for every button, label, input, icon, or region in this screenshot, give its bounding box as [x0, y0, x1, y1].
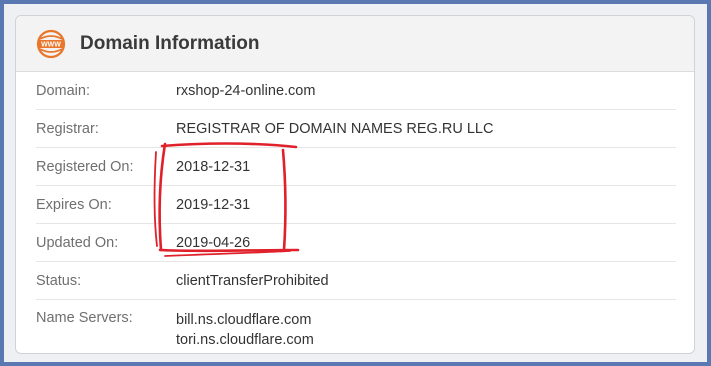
- row-value: 2018-12-31: [176, 158, 251, 175]
- name-server-list: bill.ns.cloudflare.com tori.ns.cloudflar…: [176, 310, 314, 350]
- row-label: Status:: [36, 272, 82, 289]
- row-label: Expires On:: [36, 196, 112, 213]
- row-value: REGISTRAR OF DOMAIN NAMES REG.RU LLC: [176, 120, 494, 137]
- row-label: Updated On:: [36, 234, 119, 251]
- row-label: Registered On:: [36, 158, 134, 175]
- name-server: tori.ns.cloudflare.com: [176, 332, 314, 348]
- row-value: clientTransferProhibited: [176, 272, 329, 289]
- row-label: Registrar:: [36, 120, 99, 137]
- row-label: Name Servers:: [36, 310, 133, 326]
- card-title: Domain Information: [80, 32, 260, 54]
- row-label: Domain:: [36, 82, 90, 99]
- name-server: bill.ns.cloudflare.com: [176, 312, 312, 328]
- row-status: Status: clientTransferProhibited: [36, 262, 676, 300]
- row-expires-on: Expires On: 2019-12-31: [36, 186, 676, 224]
- row-value: rxshop-24-online.com: [176, 82, 316, 99]
- row-updated-on: Updated On: 2019-04-26: [36, 224, 676, 262]
- www-icon: WWW: [36, 29, 66, 59]
- row-value: 2019-04-26: [176, 234, 251, 251]
- svg-text:WWW: WWW: [41, 41, 61, 48]
- row-domain: Domain: rxshop-24-online.com: [36, 72, 676, 110]
- card-header: WWW Domain Information: [16, 16, 694, 72]
- row-registered-on: Registered On: 2018-12-31: [36, 148, 676, 186]
- row-name-servers: Name Servers: bill.ns.cloudflare.com tor…: [36, 300, 676, 353]
- info-rows: Domain: rxshop-24-online.com Registrar: …: [16, 72, 694, 353]
- screenshot-frame: WWW Domain Information Domain: rxshop-24…: [4, 4, 707, 362]
- row-registrar: Registrar: REGISTRAR OF DOMAIN NAMES REG…: [36, 110, 676, 148]
- domain-info-card: WWW Domain Information Domain: rxshop-24…: [15, 15, 695, 354]
- row-value: 2019-12-31: [176, 196, 251, 213]
